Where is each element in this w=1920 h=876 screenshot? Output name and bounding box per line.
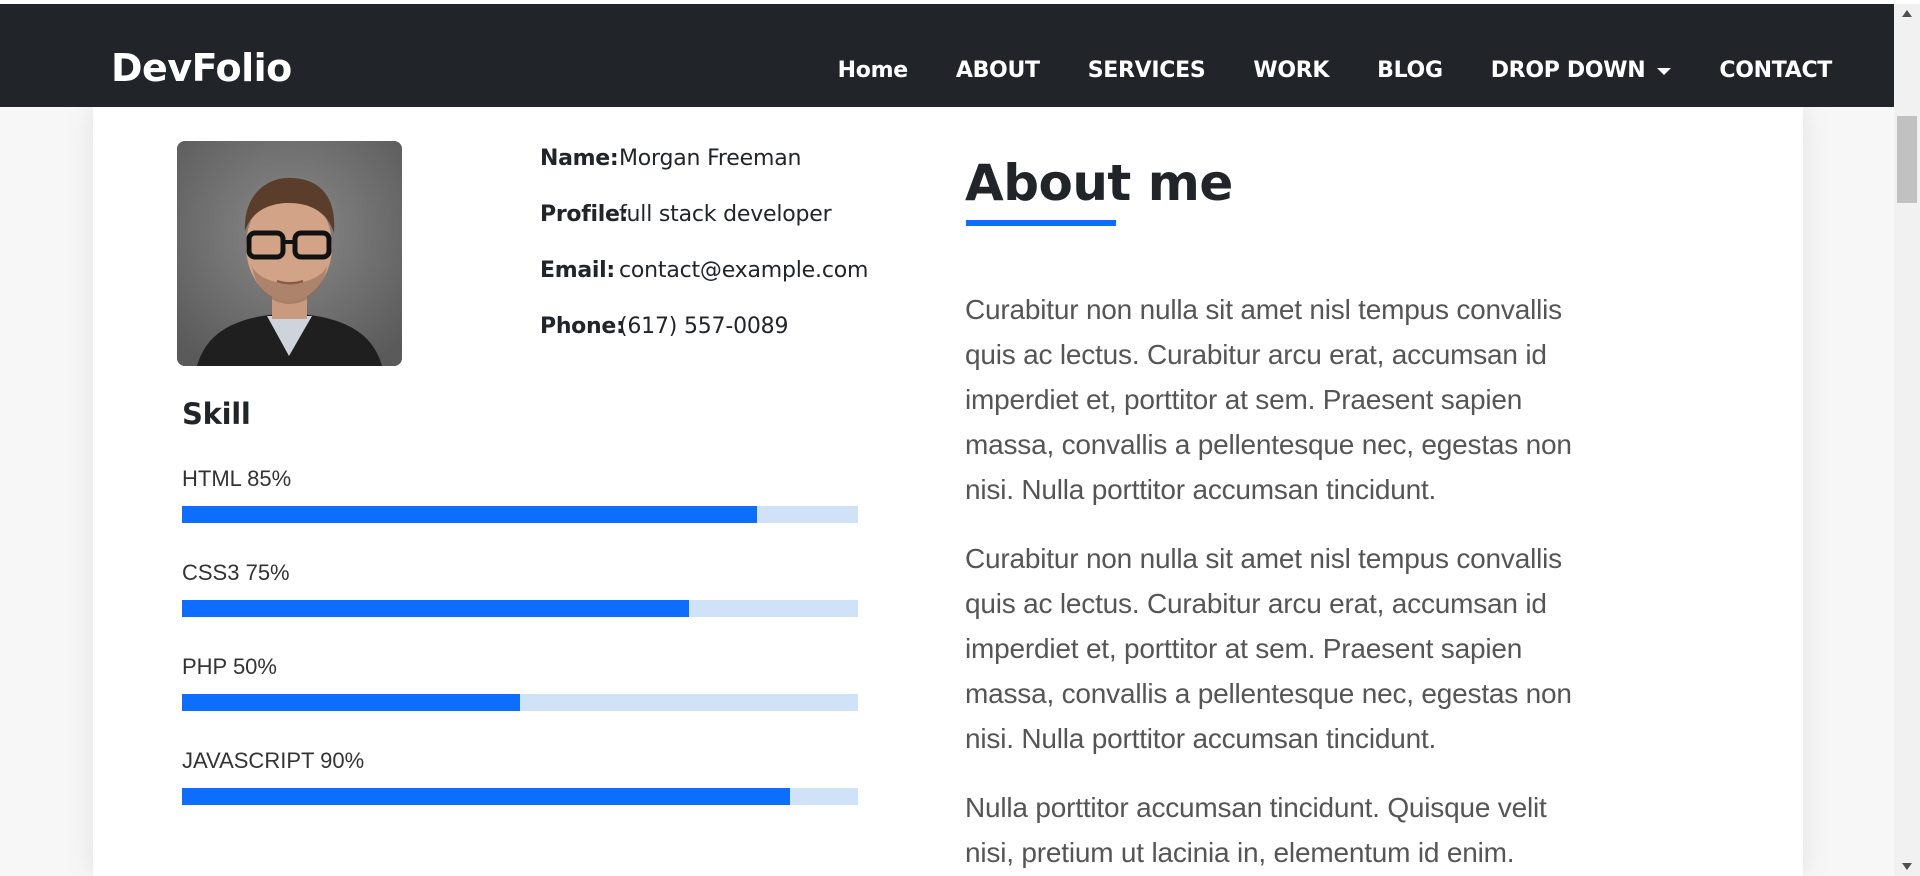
nav-contact[interactable]: CONTACT [1719, 55, 1832, 87]
skill-item: CSS3 75% [182, 558, 858, 652]
nav-blog[interactable]: BLOG [1377, 55, 1443, 87]
skill-label: JAVASCRIPT 90% [182, 748, 365, 773]
page-scrollbar[interactable] [1894, 4, 1920, 876]
progress-bar [182, 600, 858, 617]
info-profile-row: Profile: full stack developer [540, 199, 868, 255]
about-text: Curabitur non nulla sit amet nisl tempus… [965, 287, 1590, 876]
nav-work[interactable]: WORK [1253, 55, 1329, 87]
nav-about[interactable]: ABOUT [956, 55, 1040, 87]
navbar: DevFolio Home ABOUT SERVICES WORK BLOG D… [0, 4, 1894, 107]
info-name-label: Name: [540, 146, 619, 171]
info-name-value: Morgan Freeman [619, 146, 802, 171]
about-heading: About me [965, 154, 1233, 212]
progress-bar [182, 694, 858, 711]
brand-logo[interactable]: DevFolio [111, 46, 292, 90]
about-paragraph: Curabitur non nulla sit amet nisl tempus… [965, 294, 1572, 505]
nav-services[interactable]: SERVICES [1088, 55, 1206, 87]
info-email-label: Email: [540, 258, 615, 283]
heading-underline [966, 220, 1116, 226]
scroll-up-icon[interactable] [1902, 10, 1912, 17]
scroll-thumb[interactable] [1897, 116, 1917, 203]
skill-item: PHP 50% [182, 652, 858, 746]
info-profile-value: full stack developer [619, 202, 832, 227]
about-paragraph: Curabitur non nulla sit amet nisl tempus… [965, 543, 1572, 754]
profile-photo [177, 141, 402, 366]
info-phone-label: Phone: [540, 314, 625, 339]
skill-item: JAVASCRIPT 90% [182, 746, 858, 840]
nav-dropdown[interactable]: DROP DOWN [1491, 55, 1672, 87]
about-paragraph: Nulla porttitor accumsan tincidunt. Quis… [965, 792, 1547, 868]
info-profile-label: Profile: [540, 202, 629, 227]
skills-list: HTML 85% CSS3 75% PHP 50% JAVASCRIPT 90% [182, 464, 858, 840]
progress-bar [182, 788, 858, 805]
progress-fill [182, 506, 757, 523]
progress-fill [182, 600, 689, 617]
info-phone-row: Phone: (617) 557-0089 [540, 311, 868, 367]
main-nav: Home ABOUT SERVICES WORK BLOG DROP DOWN … [790, 55, 1833, 87]
scroll-down-icon[interactable] [1902, 863, 1912, 870]
skill-label: HTML 85% [182, 466, 292, 491]
info-email-value: contact@example.com [619, 258, 869, 283]
skill-label: CSS3 75% [182, 560, 290, 585]
caret-down-icon [1657, 67, 1672, 75]
progress-bar [182, 506, 858, 523]
skill-item: HTML 85% [182, 464, 858, 558]
info-phone-value: (617) 557-0089 [619, 314, 789, 339]
skill-heading: Skill [182, 397, 251, 431]
about-card: Name: Morgan Freeman Profile: full stack… [93, 107, 1803, 876]
nav-home[interactable]: Home [838, 55, 908, 87]
progress-fill [182, 694, 520, 711]
info-email-row: Email: contact@example.com [540, 255, 868, 311]
progress-fill [182, 788, 791, 805]
skill-label: PHP 50% [182, 654, 277, 679]
profile-info: Name: Morgan Freeman Profile: full stack… [540, 143, 868, 367]
info-name-row: Name: Morgan Freeman [540, 143, 868, 199]
person-portrait-icon [177, 141, 402, 366]
